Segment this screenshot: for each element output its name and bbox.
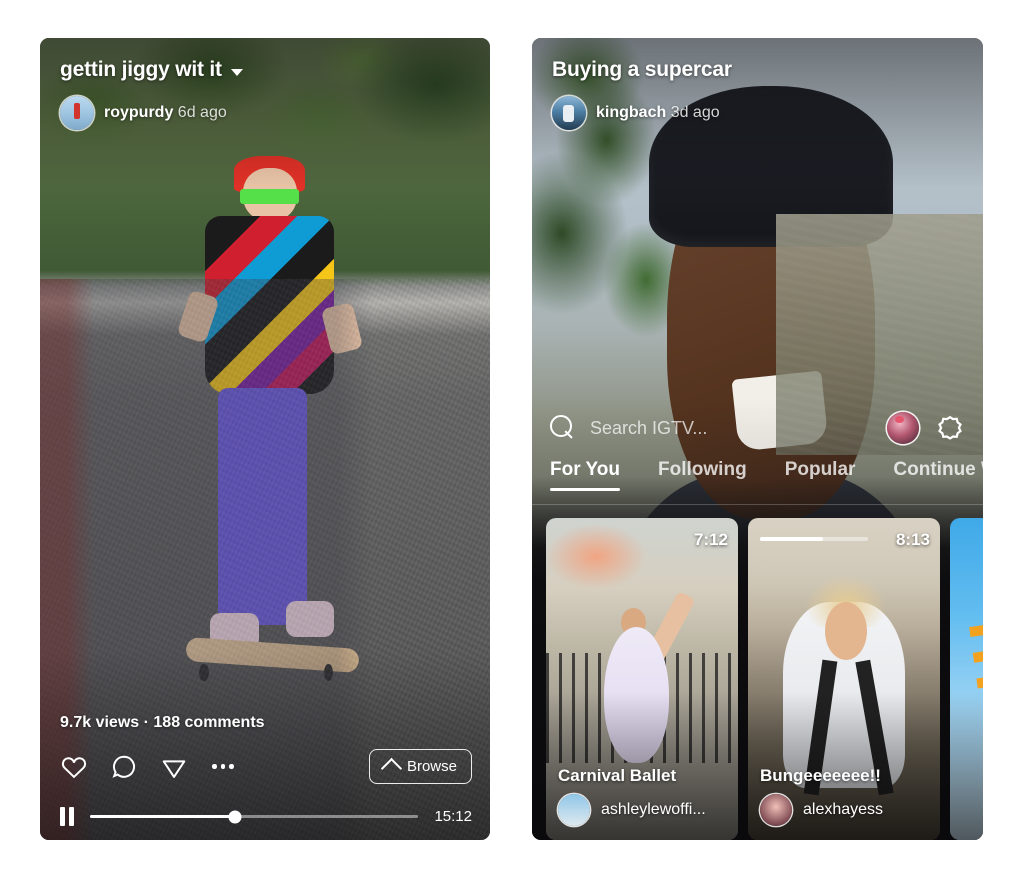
heart-icon[interactable] — [58, 751, 90, 783]
card-watch-progress — [760, 537, 868, 541]
dancer-head — [620, 608, 646, 638]
right-arm — [320, 301, 364, 356]
avatar[interactable] — [60, 96, 94, 130]
player-seek-row: 15:12 — [60, 807, 472, 826]
action-row: Browse — [58, 749, 472, 784]
tab-label: Following — [658, 459, 747, 480]
screenshot-canvas: gettin jiggy wit it roypurdy 6d ago 9.7k… — [0, 0, 1024, 881]
left-shoe — [210, 613, 259, 649]
ellipsis-icon[interactable] — [212, 764, 234, 769]
purple-pants — [218, 387, 308, 626]
search-row: Search IGTV... — [532, 397, 983, 459]
video-card[interactable]: 7:12 Carnival Ballet ashleylewoffi... — [546, 518, 738, 840]
tab-for-you[interactable]: For You — [550, 459, 621, 491]
card-username: alexhayess — [803, 801, 884, 818]
avatar[interactable] — [760, 794, 792, 826]
tab-label: For You — [550, 459, 621, 480]
byline-text: kingbach 3d ago — [596, 104, 720, 122]
tab-label: Popular — [784, 459, 856, 480]
video-title: Buying a supercar — [552, 58, 732, 81]
search-input[interactable]: Search IGTV... — [590, 418, 873, 439]
tab-divider — [532, 504, 983, 505]
colorblock-jacket — [204, 215, 335, 394]
green-sunglasses — [239, 188, 300, 205]
igtv-browse-sheet: Search IGTV... For You Following Popular… — [532, 397, 983, 840]
right-screen: Buying a supercar kingbach 3d ago Search… — [532, 38, 983, 840]
video-card[interactable]: 8:13 Bungeeeeeee!! alexhayess — [748, 518, 940, 840]
progress-thumb[interactable] — [228, 810, 242, 823]
tab-continue-watching[interactable]: Continue W — [893, 459, 983, 491]
video-card[interactable] — [950, 518, 983, 840]
chevron-up-icon — [380, 757, 403, 780]
left-screen: gettin jiggy wit it roypurdy 6d ago 9.7k… — [40, 38, 490, 840]
video-timestamp: 6d ago — [177, 104, 227, 121]
card-username: ashleylewoffi... — [601, 801, 706, 818]
progress-scrubber[interactable] — [90, 810, 419, 823]
pause-icon[interactable] — [60, 807, 74, 826]
video-duration: 15:12 — [434, 808, 472, 825]
card-user-row[interactable]: ashleylewoffi... — [558, 794, 706, 826]
head — [824, 601, 868, 660]
author-byline[interactable]: kingbach 3d ago — [552, 96, 720, 130]
card-title: Carnival Ballet — [558, 766, 677, 785]
card-watch-progress-fill — [760, 537, 823, 541]
video-stats: 9.7k views · 188 comments — [60, 714, 265, 731]
card-gradient-scrim — [950, 691, 983, 840]
avatar[interactable] — [552, 96, 586, 130]
author-username[interactable]: roypurdy — [104, 104, 173, 121]
igtv-settings-icon[interactable] — [935, 413, 965, 443]
chevron-down-icon[interactable] — [230, 68, 243, 76]
byline-text: roypurdy 6d ago — [104, 104, 227, 122]
card-user-row[interactable]: alexhayess — [760, 794, 883, 826]
video-title-row: Buying a supercar — [552, 58, 732, 82]
video-title: gettin jiggy wit it — [60, 58, 222, 81]
header-icon-group — [887, 412, 965, 444]
card-duration: 8:13 — [895, 530, 930, 549]
author-username[interactable]: kingbach — [596, 104, 666, 121]
progress-fill — [90, 815, 235, 818]
profile-avatar[interactable] — [887, 412, 919, 444]
video-timestamp: 3d ago — [670, 104, 720, 121]
phone-left-igtv-player: gettin jiggy wit it roypurdy 6d ago 9.7k… — [40, 38, 490, 840]
igtv-tab-bar: For You Following Popular Continue W — [532, 459, 983, 505]
tab-popular[interactable]: Popular — [785, 459, 856, 491]
card-title: Bungeeeeeee!! — [760, 766, 881, 785]
card-duration: 7:12 — [693, 530, 728, 549]
avatar[interactable] — [558, 794, 590, 826]
search-icon[interactable] — [550, 415, 576, 441]
phone-right-igtv-browse: Buying a supercar kingbach 3d ago Search… — [532, 38, 983, 840]
author-byline[interactable]: roypurdy 6d ago — [60, 96, 227, 130]
browse-button[interactable]: Browse — [368, 749, 472, 784]
video-title-row[interactable]: gettin jiggy wit it — [60, 58, 243, 82]
paper-plane-icon[interactable] — [158, 751, 190, 783]
left-arm — [176, 289, 220, 344]
right-shoe — [285, 601, 335, 637]
video-card-carousel[interactable]: 7:12 Carnival Ballet ashleylewoffi... 8:… — [532, 518, 983, 840]
comment-bubble-icon[interactable] — [108, 751, 140, 783]
tab-label: Continue W — [893, 459, 983, 480]
dancer-leg — [627, 590, 696, 697]
browse-label: Browse — [406, 758, 457, 775]
tab-following[interactable]: Following — [658, 459, 747, 491]
